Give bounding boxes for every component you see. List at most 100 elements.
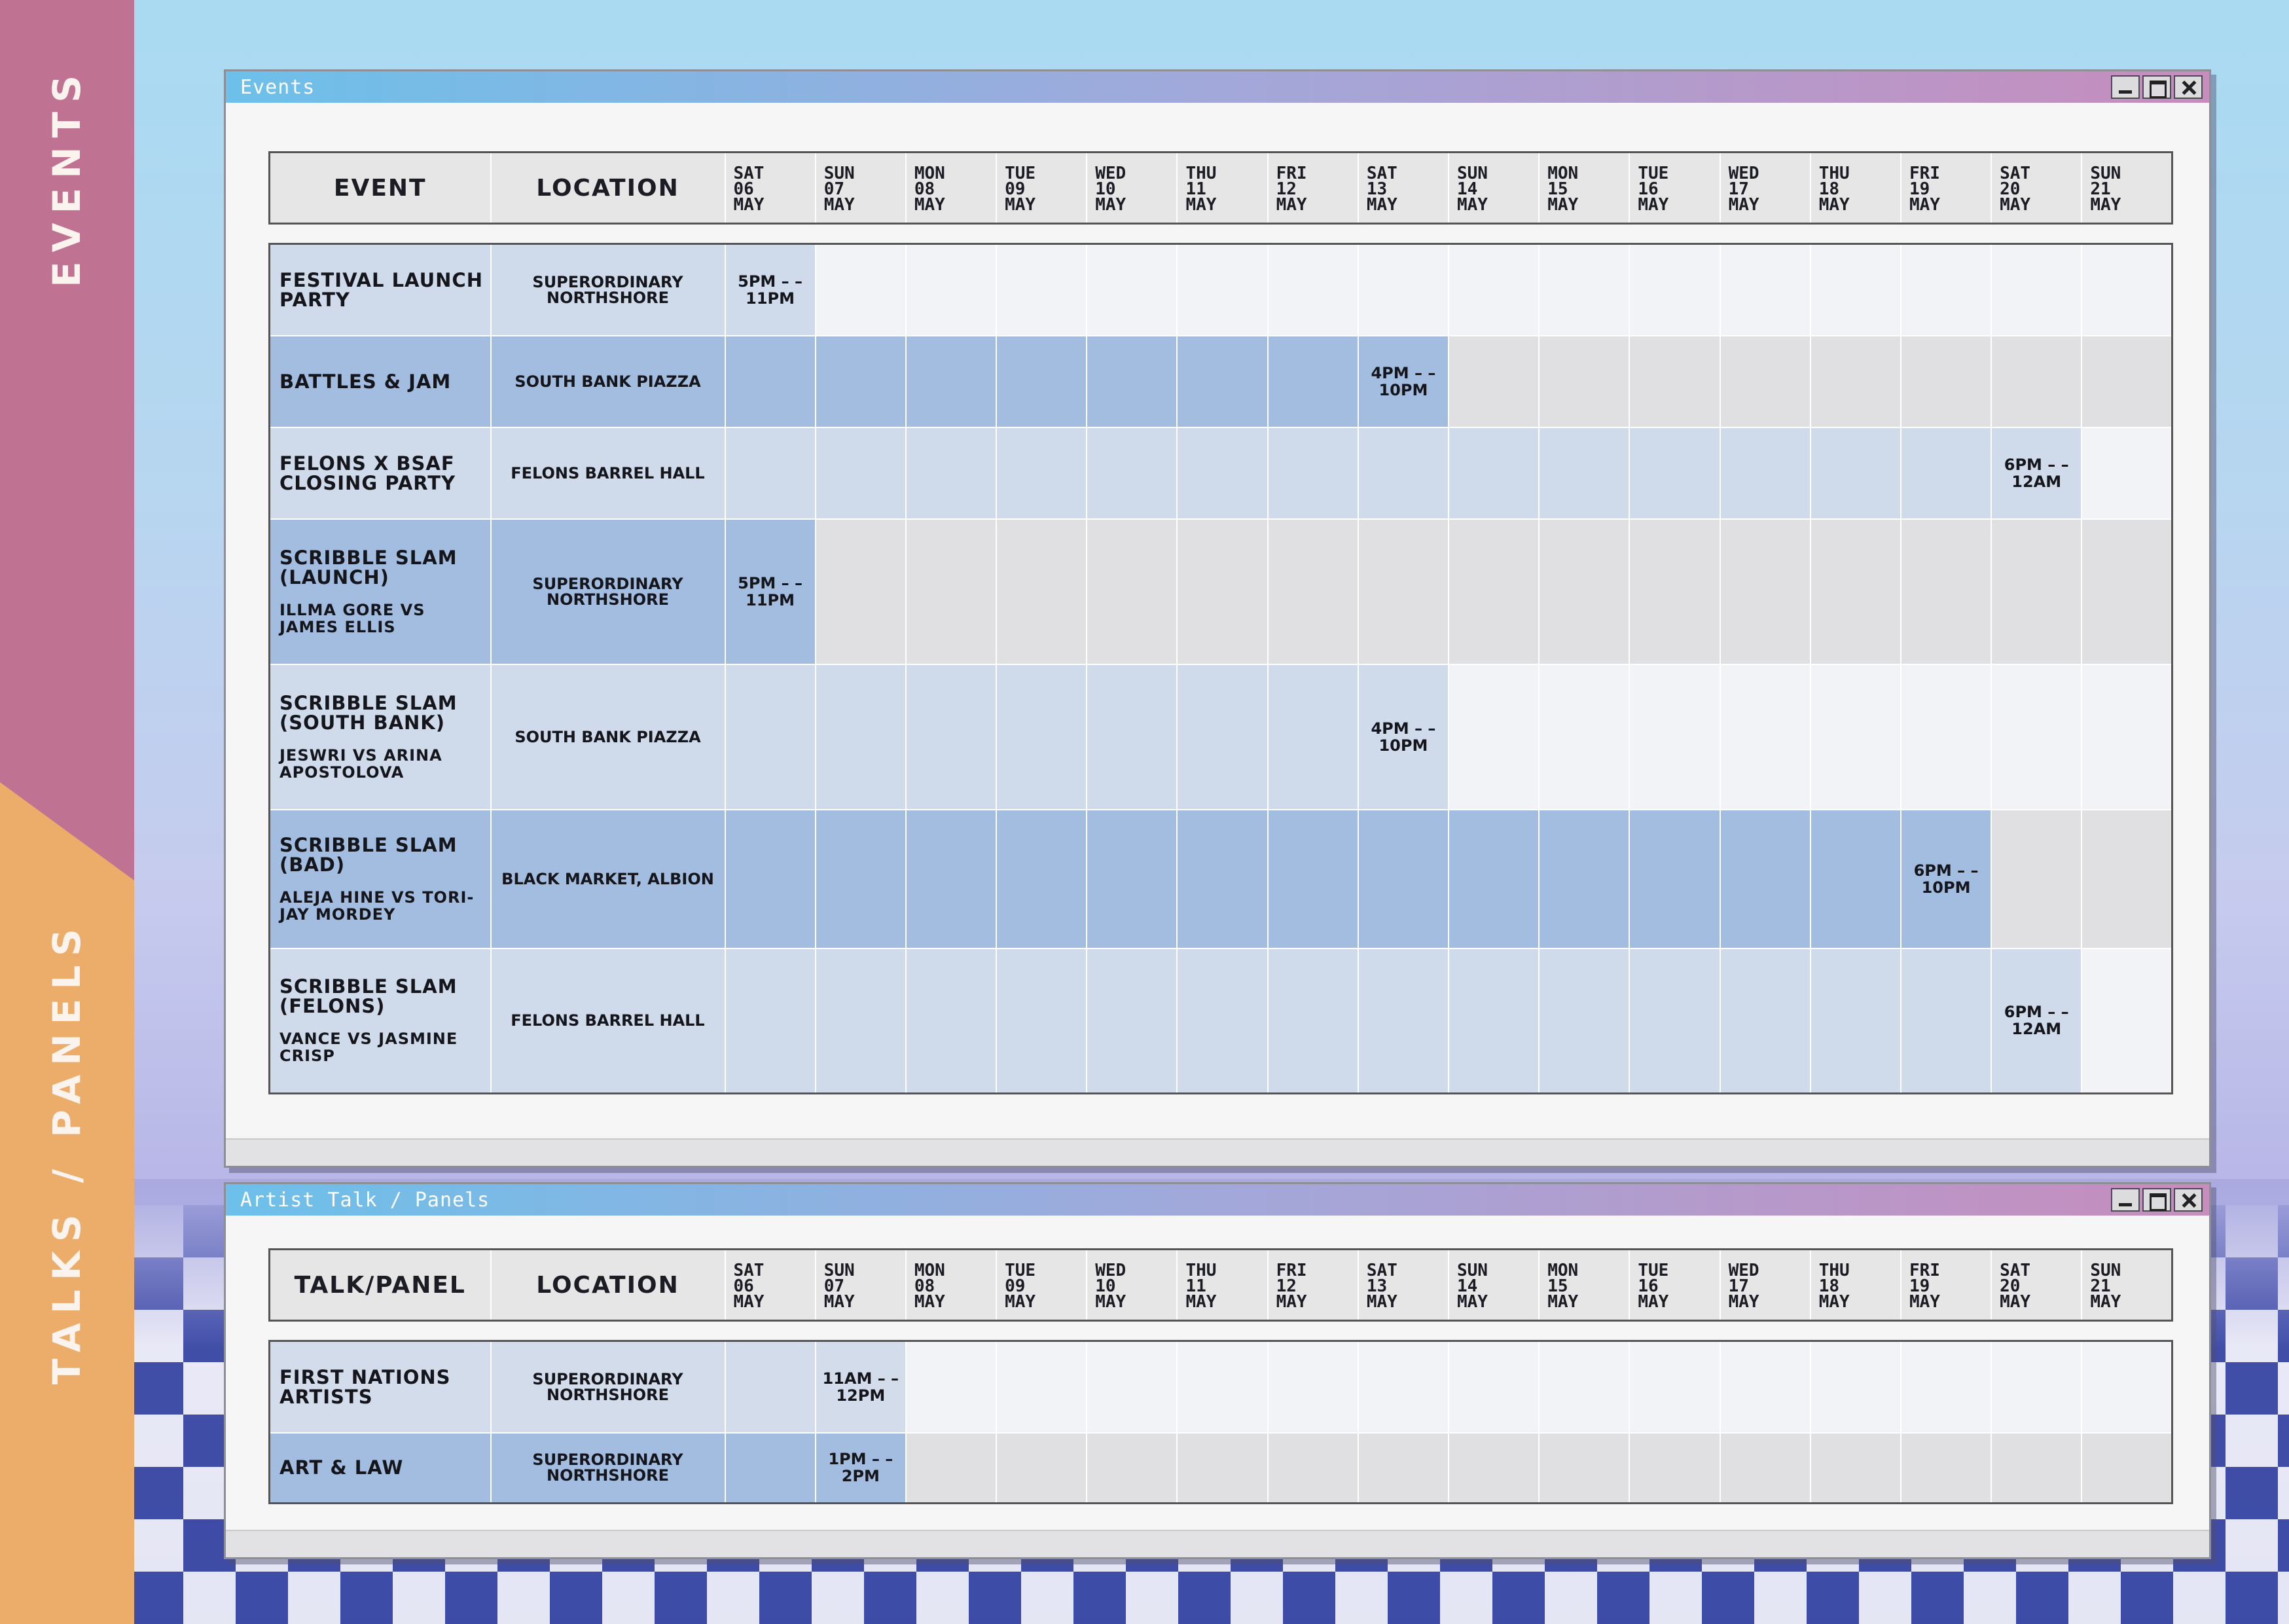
schedule-row: SCRIBBLE SLAM (BAD) ALEJA HINE VS TORI-JA…: [269, 809, 2173, 949]
event-name-cell[interactable]: SCRIBBLE SLAM (FELONS) VANCE VS JASMINE C…: [269, 948, 492, 1094]
day-num: 08: [914, 1276, 935, 1296]
talks-window-footer: [226, 1530, 2209, 1557]
day-cell: [1991, 1341, 2083, 1434]
event-time-cell[interactable]: 4PM – – 10PM: [1358, 335, 1450, 428]
day-cell: [1177, 244, 1269, 336]
schedule-row: ART & LAW SUPERORDINARY NORTHSHORE 1PM – –…: [269, 1432, 2173, 1504]
talks-window-title: Artist Talk / Panels: [240, 1188, 490, 1212]
day-header: TUE 09 MAY: [996, 152, 1088, 224]
day-cell: [2082, 518, 2173, 665]
event-name-cell[interactable]: BATTLES & JAM: [269, 335, 492, 428]
day-num: 16: [1638, 1276, 1659, 1296]
day-cell: [1449, 1341, 1540, 1434]
day-cell: [1629, 948, 1721, 1094]
day-cell: [905, 1432, 998, 1504]
day-header: WED 17 MAY: [1720, 152, 1811, 224]
day-cell: [905, 244, 998, 336]
day-cell: [1810, 335, 1901, 428]
event-time-cell[interactable]: 6PM – – 12AM: [1991, 427, 2083, 520]
day-num: 13: [1366, 179, 1388, 199]
day-cell: [1720, 664, 1811, 810]
day-cell: [725, 1341, 816, 1434]
day-header: TUE 16 MAY: [1629, 1249, 1721, 1321]
event-name-cell[interactable]: ART & LAW: [269, 1432, 492, 1504]
day-cell: [996, 948, 1088, 1094]
event-time-cell[interactable]: 6PM – – 12AM: [1991, 948, 2083, 1094]
day-cell: [1720, 948, 1811, 1094]
day-mon: MAY: [1818, 194, 1850, 215]
day-cell: [1991, 664, 2083, 810]
day-cell: [725, 948, 816, 1094]
day-cell: [1991, 809, 2083, 949]
day-cell: [1539, 948, 1631, 1094]
day-dow: THU: [1818, 1260, 1850, 1280]
maximize-icon[interactable]: [2142, 75, 2171, 99]
day-header: WED 17 MAY: [1720, 1249, 1811, 1321]
talks-titlebar[interactable]: Artist Talk / Panels: [226, 1184, 2209, 1216]
event-name-cell[interactable]: FIRST NATIONS ARTISTS: [269, 1341, 492, 1434]
day-mon: MAY: [1095, 194, 1126, 215]
close-icon[interactable]: [2174, 1188, 2203, 1212]
day-dow: SUN: [1457, 163, 1488, 183]
day-cell: [996, 1341, 1088, 1434]
event-time-cell[interactable]: 11AM – – 12PM: [815, 1341, 907, 1434]
day-cell: [1539, 809, 1631, 949]
day-mon: MAY: [823, 194, 855, 215]
day-header: FRI 19 MAY: [1900, 1249, 1992, 1321]
day-num: 21: [2090, 179, 2111, 199]
event-time-cell[interactable]: 6PM – – 10PM: [1900, 809, 1992, 949]
event-time-cell[interactable]: 5PM – – 11PM: [725, 244, 816, 336]
day-cell: [1810, 809, 1901, 949]
day-cell: [1087, 335, 1178, 428]
day-num: 10: [1095, 179, 1116, 199]
day-cell: [1810, 948, 1901, 1094]
event-location-cell: SOUTH BANK PIAZZA: [490, 335, 726, 428]
day-cell: [1720, 809, 1811, 949]
day-cell: [1449, 427, 1540, 520]
day-dow: MON: [1547, 1260, 1579, 1280]
schedule-row: SCRIBBLE SLAM (FELONS) VANCE VS JASMINE C…: [269, 948, 2173, 1094]
day-cell: [2082, 335, 2173, 428]
day-header: THU 11 MAY: [1177, 1249, 1269, 1321]
minimize-icon[interactable]: [2111, 1188, 2140, 1212]
day-header: WED 10 MAY: [1087, 1249, 1178, 1321]
day-cell: [1449, 948, 1540, 1094]
event-time-cell[interactable]: 1PM – – 2PM: [815, 1432, 907, 1504]
event-name-cell[interactable]: SCRIBBLE SLAM (SOUTH BANK) JESWRI VS ARIN…: [269, 664, 492, 810]
schedule-row: FIRST NATIONS ARTISTS SUPERORDINARY NORTH…: [269, 1341, 2173, 1434]
day-cell: [1267, 335, 1359, 428]
close-icon[interactable]: [2174, 75, 2203, 99]
day-cell: [725, 664, 816, 810]
event-time-cell[interactable]: 4PM – – 10PM: [1358, 664, 1450, 810]
day-cell: [2082, 948, 2173, 1094]
event-name-cell[interactable]: SCRIBBLE SLAM (LAUNCH) ILLMA GORE VS JAME…: [269, 518, 492, 665]
day-cell: [1629, 518, 1721, 665]
minimize-icon[interactable]: [2111, 75, 2140, 99]
day-dow: WED: [1728, 1260, 1759, 1280]
day-cell: [1087, 1432, 1178, 1504]
day-header: THU 11 MAY: [1177, 152, 1269, 224]
maximize-icon[interactable]: [2142, 1188, 2171, 1212]
event-location-cell: SUPERORDINARY NORTHSHORE: [490, 244, 726, 336]
event-name: FESTIVAL LAUNCH PARTY: [279, 268, 483, 311]
day-cell: [725, 809, 816, 949]
event-name-cell[interactable]: SCRIBBLE SLAM (BAD) ALEJA HINE VS TORI-JA…: [269, 809, 492, 949]
day-cell: [1449, 335, 1540, 428]
event-location-cell: SOUTH BANK PIAZZA: [490, 664, 726, 810]
day-cell: [1267, 1432, 1359, 1504]
day-cell: [1629, 335, 1721, 428]
day-cell: [815, 809, 907, 949]
event-name-cell[interactable]: FELONS X BSAF CLOSING PARTY: [269, 427, 492, 520]
day-header: SUN 21 MAY: [2082, 1250, 2172, 1321]
event-time-cell[interactable]: 5PM – – 11PM: [725, 518, 816, 665]
day-dow: WED: [1728, 163, 1759, 183]
event-name-cell[interactable]: FESTIVAL LAUNCH PARTY: [269, 244, 492, 336]
day-cell: [1720, 1341, 1811, 1434]
day-num: 20: [2000, 1276, 2021, 1296]
day-dow: SAT: [1366, 163, 1397, 183]
day-cell: [1177, 427, 1269, 520]
day-header: SAT 13 MAY: [1358, 152, 1450, 224]
events-titlebar[interactable]: Events: [226, 71, 2209, 103]
day-dow: FRI: [1276, 1260, 1307, 1280]
day-dow: MON: [1547, 163, 1579, 183]
